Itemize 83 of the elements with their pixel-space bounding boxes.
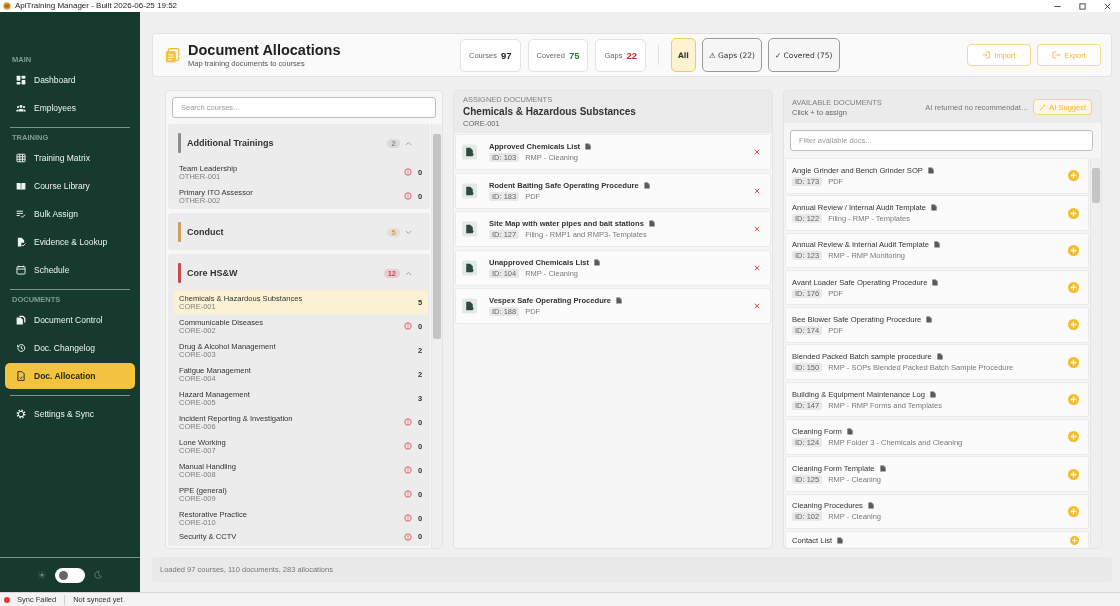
scrollbar[interactable] — [431, 124, 442, 548]
plus-icon[interactable] — [1068, 319, 1079, 331]
file-icon — [936, 353, 943, 361]
nav-item[interactable]: Training Matrix — [5, 145, 135, 171]
settings-icon — [16, 409, 26, 419]
nav-item[interactable]: Dashboard — [5, 67, 135, 93]
plus-icon[interactable] — [1068, 282, 1079, 294]
nav-item[interactable]: Document Control — [5, 307, 135, 333]
nav-item[interactable]: Settings & Sync — [5, 401, 135, 427]
cross-icon[interactable] — [754, 149, 760, 155]
box-arrow-in-icon — [982, 51, 991, 59]
cross-icon[interactable] — [754, 226, 760, 233]
close-icon[interactable] — [1104, 2, 1111, 10]
file-icon — [594, 258, 600, 266]
cross-icon[interactable] — [754, 264, 760, 271]
documents-icon — [165, 47, 180, 63]
checklist-icon — [16, 209, 26, 219]
sun-icon — [38, 571, 46, 579]
chevron-up-icon[interactable] — [405, 140, 412, 146]
documents-icon — [16, 315, 26, 325]
maximize-icon[interactable] — [1079, 2, 1086, 10]
people-icon — [16, 103, 26, 113]
document-icon — [462, 144, 477, 160]
stat-value: 97 — [500, 49, 512, 61]
nav-item[interactable]: Evidence & Lookup — [5, 229, 135, 255]
theme-toggle[interactable] — [55, 567, 85, 583]
nav-item[interactable]: Employees — [5, 95, 135, 121]
group-title: Conduct — [187, 227, 224, 237]
plus-icon[interactable] — [1068, 468, 1079, 480]
cross-icon[interactable] — [754, 187, 760, 194]
file-icon — [846, 427, 853, 435]
file-icon — [648, 220, 655, 228]
file-icon — [930, 390, 936, 398]
plus-icon[interactable] — [1068, 170, 1079, 182]
window-title: ApiTraining Manager - Built 2026-06-25 19:52 — [15, 0, 178, 12]
plus-icon[interactable] — [1068, 244, 1079, 256]
group-title: Additional Trainings — [187, 138, 274, 148]
file-icon — [926, 315, 933, 323]
logo-icon — [3, 2, 11, 10]
nav-item[interactable]: Course Library — [5, 173, 135, 199]
nav-item[interactable]: Schedule — [5, 257, 135, 283]
plus-icon[interactable] — [1068, 505, 1079, 517]
nav-item[interactable]: Doc. Changelog — [5, 335, 135, 361]
plus-icon[interactable] — [1070, 535, 1079, 545]
file-icon — [585, 143, 592, 150]
group-title: Core HS&W — [187, 268, 238, 278]
plus-icon[interactable] — [1068, 394, 1079, 406]
stat-value: 22 — [626, 49, 637, 61]
document-check-icon — [16, 371, 26, 381]
file-icon — [927, 166, 934, 174]
book-icon — [16, 181, 26, 191]
plus-icon[interactable] — [1068, 431, 1079, 443]
file-icon — [837, 536, 844, 544]
table-icon — [16, 153, 26, 163]
stat-value: 75 — [568, 49, 580, 61]
file-icon — [931, 204, 938, 212]
file-icon — [934, 241, 941, 249]
scrollbar[interactable] — [1090, 158, 1101, 548]
file-icon — [932, 278, 939, 286]
document-check-icon — [16, 237, 26, 247]
nav-item[interactable]: Bulk Assign — [5, 201, 135, 227]
dashboard-icon — [16, 75, 26, 85]
chevron-down-icon[interactable] — [405, 229, 412, 235]
file-icon — [879, 465, 886, 473]
document-icon — [462, 221, 477, 238]
plus-icon[interactable] — [1068, 207, 1079, 219]
wand-icon — [1039, 103, 1047, 111]
document-icon — [462, 259, 477, 276]
box-arrow-out-icon — [1052, 51, 1061, 59]
file-icon — [867, 502, 874, 510]
moon-icon — [94, 571, 102, 579]
page-title: Document Allocations — [188, 42, 341, 58]
file-icon — [616, 297, 622, 305]
chevron-up-icon[interactable] — [405, 270, 412, 276]
calendar-icon — [16, 265, 26, 275]
cross-icon[interactable] — [754, 303, 760, 310]
history-icon — [16, 343, 26, 353]
plus-icon[interactable] — [1068, 356, 1079, 368]
course-title: Chemicals & Hazardous Substances — [463, 106, 637, 118]
document-icon — [462, 298, 477, 315]
document-icon — [462, 182, 477, 199]
nav-item[interactable]: Doc. Allocation — [5, 363, 135, 389]
file-icon — [643, 181, 650, 189]
